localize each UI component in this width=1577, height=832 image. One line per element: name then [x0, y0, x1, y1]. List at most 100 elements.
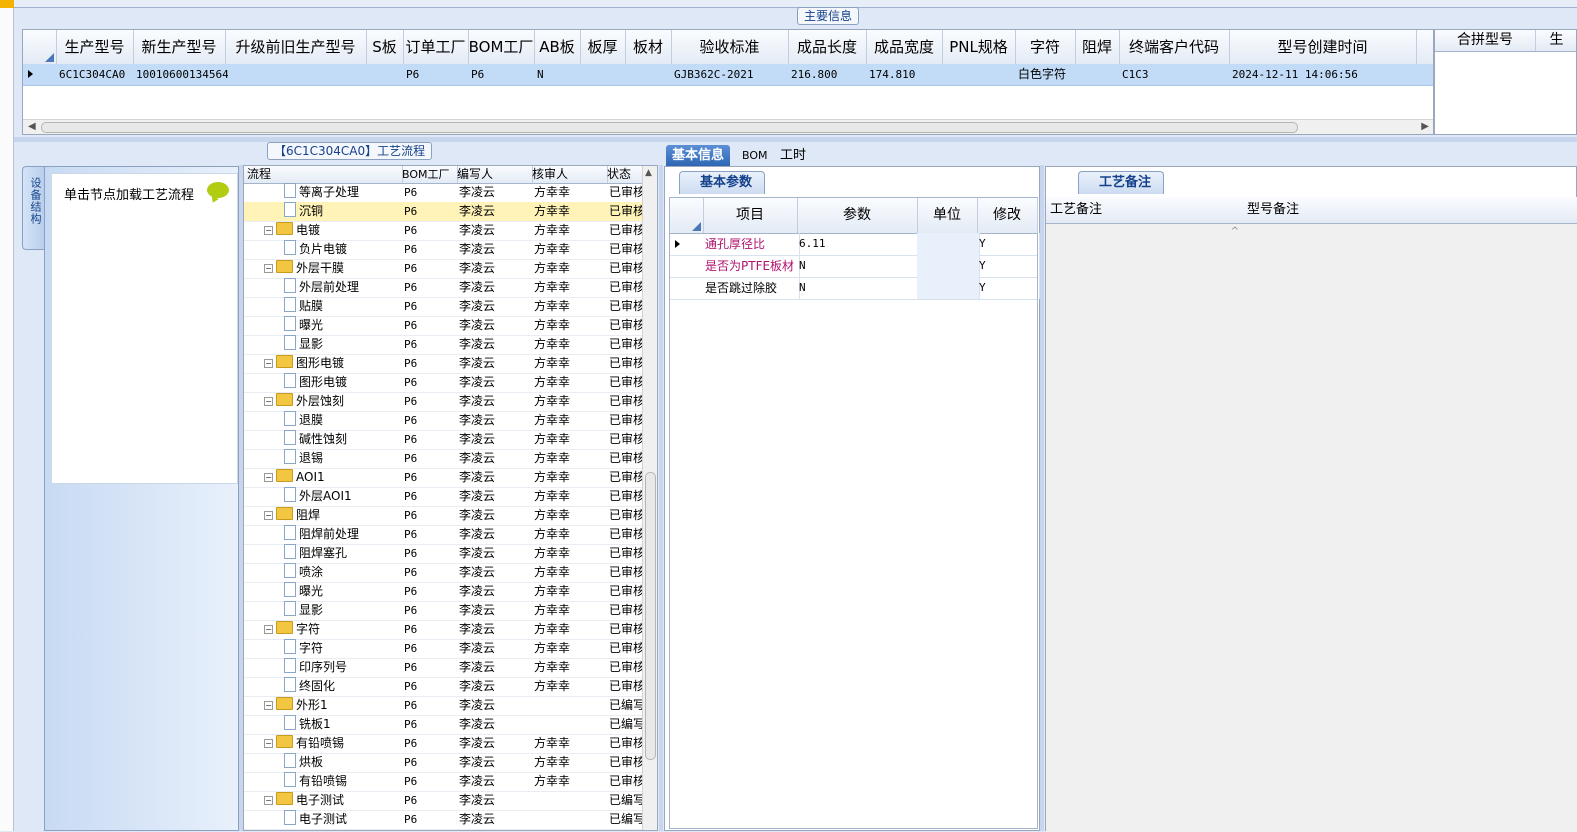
tree-row[interactable]: 退膜 P6 李凌云 方幸幸 已审核 [244, 411, 644, 431]
tree-node[interactable]: 沉铜 [284, 202, 399, 221]
tree-node[interactable]: 阻焊前处理 [284, 525, 399, 544]
tree-row[interactable]: − 外层蚀刻 P6 李凌云 方幸幸 已审核 [244, 392, 644, 412]
tree-node[interactable]: 曝光 [284, 316, 399, 335]
vertical-scrollbar[interactable]: ▲ [642, 166, 657, 830]
table-cell[interactable]: P6 [403, 64, 471, 85]
tree-row[interactable]: 铣板1 P6 李凌云 已编写 [244, 715, 644, 735]
table-cell[interactable] [1075, 64, 1122, 85]
tree-node[interactable]: 等离子处理 [284, 183, 399, 202]
tree-row[interactable]: 负片电镀 P6 李凌云 方幸幸 已审核 [244, 240, 644, 260]
column-header[interactable]: 核审人 [529, 166, 608, 183]
tree-row[interactable]: − 电镀 P6 李凌云 方幸幸 已审核 [244, 221, 644, 241]
tree-node[interactable]: 退膜 [284, 411, 399, 430]
tree-node[interactable]: 印序列号 [284, 658, 399, 677]
column-header[interactable]: 成品宽度 [866, 30, 943, 64]
collapse-icon[interactable]: − [264, 796, 273, 805]
table-cell[interactable]: C1C3 [1119, 64, 1232, 85]
right-vertical-splitter[interactable] [1040, 165, 1044, 831]
collapse-icon[interactable]: − [264, 226, 273, 235]
column-header[interactable]: 订单工厂 [403, 30, 469, 64]
column-header[interactable]: 生产型号 [56, 30, 134, 64]
tree-row[interactable]: − 有铅喷锡 P6 李凌云 方幸幸 已审核 [244, 734, 644, 754]
tree-row[interactable]: 阻焊前处理 P6 李凌云 方幸幸 已审核 [244, 525, 644, 545]
tree-row[interactable]: 沉铜 P6 李凌云 方幸幸 已审核 [244, 202, 644, 222]
tree-row[interactable]: 退锡 P6 李凌云 方幸幸 已审核 [244, 449, 644, 469]
column-header[interactable]: S板 [366, 30, 404, 64]
column-header[interactable]: BOM工厂 [399, 166, 458, 183]
param-cell-unit[interactable] [917, 233, 980, 255]
tree-node[interactable]: − 外层干膜 [264, 259, 399, 278]
tree-node[interactable]: − 图形电镀 [264, 354, 399, 373]
param-cell-modify[interactable]: Y [977, 277, 1040, 299]
subtab-basic-params[interactable]: 基本参数 [679, 171, 766, 194]
param-cell-value[interactable]: N [797, 277, 920, 299]
tree-node[interactable]: 显影 [284, 335, 399, 354]
param-cell-value[interactable]: N [797, 255, 920, 277]
tree-node[interactable]: − 阻焊 [264, 506, 399, 525]
column-header[interactable]: 项目 [703, 198, 798, 233]
tree-row[interactable]: 有铅喷锡 P6 李凌云 方幸幸 已审核 [244, 772, 644, 792]
tree-node[interactable]: 终固化 [284, 677, 399, 696]
tree-node[interactable]: 有铅喷锡 [284, 772, 399, 791]
main-grid[interactable]: 生产型号 新生产型号 升级前旧生产型号 S板 订单工厂 BOM工厂 AB板 板厚 板材 验收标准成… [22, 29, 1434, 135]
column-header[interactable]: 板厚 [580, 30, 626, 64]
merge-model-grid[interactable]: 合拼型号 生 [1434, 29, 1577, 135]
param-cell-unit[interactable] [917, 255, 980, 277]
table-row[interactable]: 6C1C304CA0 10010600134564 P6 P6 N GJB362C-202… [23, 64, 1433, 86]
collapse-icon[interactable]: − [264, 511, 273, 520]
tree-row[interactable]: 显影 P6 李凌云 方幸幸 已审核 [244, 335, 644, 355]
column-header[interactable]: 合拼型号 [1435, 30, 1536, 51]
nav-hint[interactable]: 单击节点加载工艺流程 [51, 173, 238, 211]
subtab-process-notes[interactable]: 工艺备注 [1078, 171, 1165, 194]
scrollbar-thumb[interactable] [645, 472, 656, 760]
tree-node[interactable]: − 字符 [264, 620, 399, 639]
collapse-icon[interactable]: − [264, 739, 273, 748]
tree-row[interactable]: 曝光 P6 李凌云 方幸幸 已审核 [244, 316, 644, 336]
scroll-left-icon[interactable]: ◀ [28, 121, 36, 132]
column-header[interactable]: PNL规格 [942, 30, 1016, 64]
middle-vertical-splitter[interactable] [659, 165, 663, 831]
column-header[interactable]: 成品长度 [788, 30, 867, 64]
tree-node[interactable]: 显影 [284, 601, 399, 620]
column-header[interactable]: 阻焊 [1075, 30, 1120, 64]
device-structure-tab[interactable]: 设备结构 [22, 166, 44, 250]
tree-row[interactable]: 贴膜 P6 李凌云 方幸幸 已审核 [244, 297, 644, 317]
collapse-icon[interactable]: − [264, 359, 273, 368]
tree-node[interactable]: 贴膜 [284, 297, 399, 316]
table-cell[interactable]: 2024-12-11 14:06:56 [1229, 64, 1419, 85]
tree-node[interactable]: 曝光 [284, 582, 399, 601]
process-tree-grid[interactable]: 流程 BOM工厂 编写人 核审人 状态 等离子处理 P6 李凌云 方幸幸 已审核 沉铜 P6 李凌云方… [243, 165, 658, 831]
tree-node[interactable]: 外层AOI1 [284, 487, 399, 506]
tree-row[interactable]: 阻焊塞孔 P6 李凌云 方幸幸 已审核 [244, 544, 644, 564]
tree-row[interactable]: 外层AOI1 P6 李凌云 方幸幸 已审核 [244, 487, 644, 507]
column-header[interactable]: 编写人 [454, 166, 533, 183]
horizontal-splitter[interactable] [14, 137, 1577, 142]
param-cell-modify[interactable]: Y [977, 233, 1040, 255]
column-header[interactable]: 验收标准 [671, 30, 789, 64]
scrollbar-thumb[interactable] [41, 122, 1298, 133]
table-cell[interactable] [942, 64, 1018, 85]
tree-node[interactable]: 外层前处理 [284, 278, 399, 297]
collapse-icon[interactable]: − [264, 397, 273, 406]
tree-node[interactable]: 阻焊塞孔 [284, 544, 399, 563]
table-cell[interactable]: P6 [468, 64, 537, 85]
param-cell-unit[interactable] [917, 277, 980, 299]
nav-tree-box[interactable] [51, 209, 238, 484]
tab-bom[interactable]: BOM [736, 145, 774, 166]
params-grid[interactable]: 项目 参数 单位 修改 通孔厚径比 6.11 Y 是否为PTFE板材 N Y 是否跳过除胶 N Y [669, 197, 1040, 829]
tree-row[interactable]: − 阻焊 P6 李凌云 方幸幸 已审核 [244, 506, 644, 526]
param-cell-modify[interactable]: Y [977, 255, 1040, 277]
tree-node[interactable]: − 电镀 [264, 221, 399, 240]
tree-node[interactable]: 退锡 [284, 449, 399, 468]
tree-row[interactable]: 印序列号 P6 李凌云 方幸幸 已审核 [244, 658, 644, 678]
tree-node[interactable]: − 外形1 [264, 696, 399, 715]
collapse-icon[interactable]: − [264, 701, 273, 710]
tree-row[interactable]: 等离子处理 P6 李凌云 方幸幸 已审核 [244, 183, 644, 203]
table-cell[interactable] [580, 64, 628, 85]
tree-row[interactable]: 显影 P6 李凌云 方幸幸 已审核 [244, 601, 644, 621]
tree-node[interactable]: − 有铅喷锡 [264, 734, 399, 753]
tree-row[interactable]: 曝光 P6 李凌云 方幸幸 已审核 [244, 582, 644, 602]
tree-row[interactable]: 终固化 P6 李凌云 方幸幸 已审核 [244, 677, 644, 697]
tree-row[interactable]: − 外形1 P6 李凌云 已编写 [244, 696, 644, 716]
column-header[interactable]: BOM工厂 [468, 30, 535, 64]
